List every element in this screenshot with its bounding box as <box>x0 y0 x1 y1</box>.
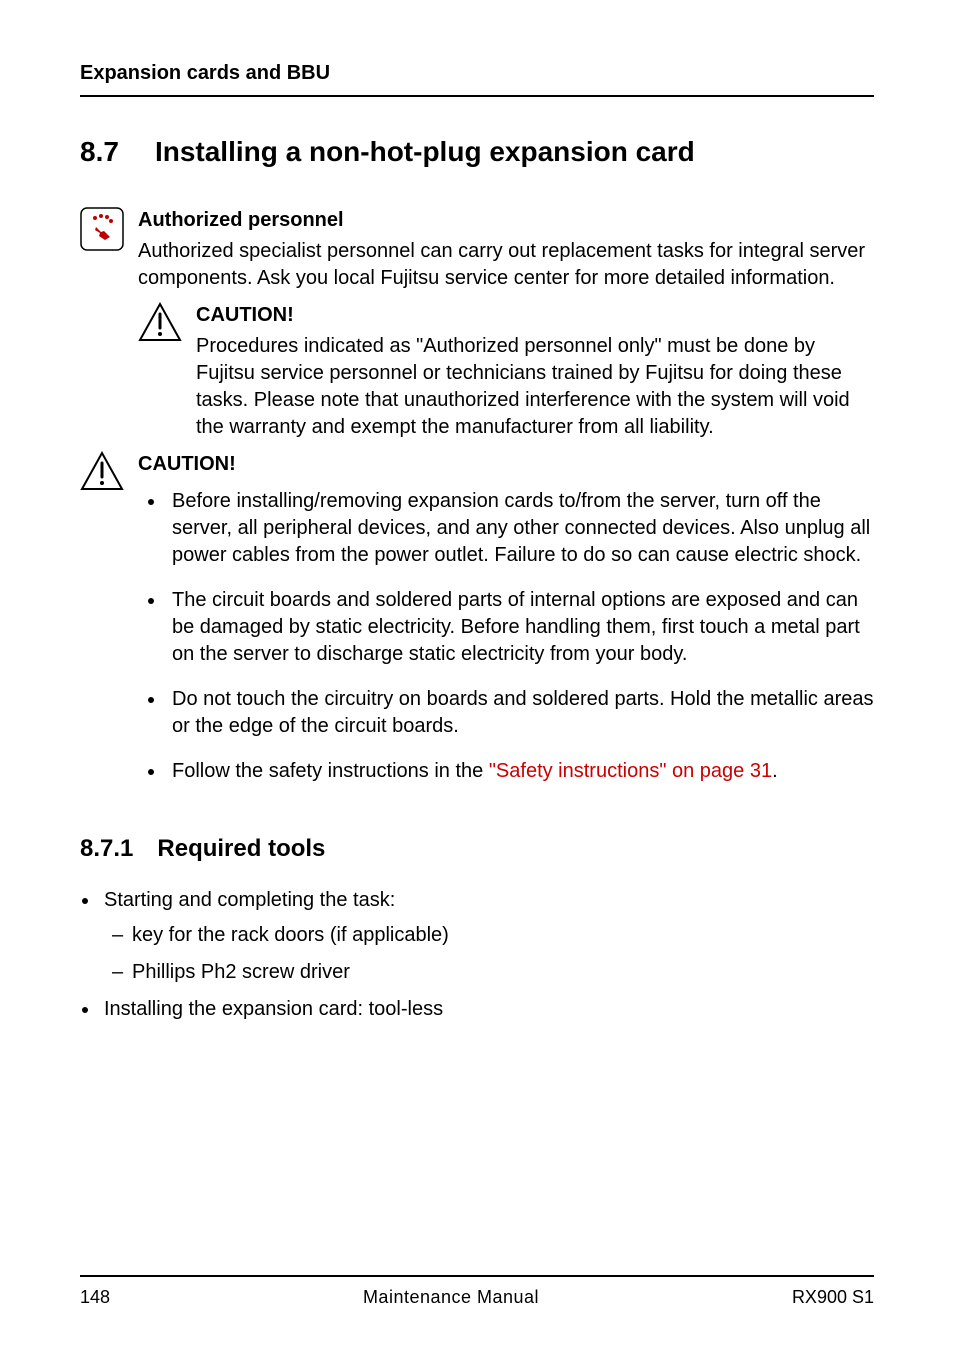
caution-icon <box>80 451 124 803</box>
footer-right: RX900 S1 <box>792 1285 874 1309</box>
section-title: Installing a non-hot-plug expansion card <box>155 133 874 171</box>
list-item: Starting and completing the task: key fo… <box>100 887 874 986</box>
list-item: Before installing/removing expansion car… <box>166 488 874 569</box>
list-item-suffix: . <box>772 760 778 782</box>
list-item: Installing the expansion card: tool-less <box>100 996 874 1023</box>
list-item-prefix: Follow the safety instructions in the <box>172 760 489 782</box>
hand-icon <box>80 207 124 292</box>
list-item: key for the rack doors (if applicable) <box>132 922 874 949</box>
subsection-number: 8.7.1 <box>80 833 133 865</box>
authorized-body: Authorized specialist personnel can carr… <box>138 238 874 292</box>
caution-inner-body: Procedures indicated as "Authorized pers… <box>196 333 874 441</box>
safety-link[interactable]: "Safety instructions" on page 31 <box>489 760 772 782</box>
list-item: Follow the safety instructions in the "S… <box>166 758 874 785</box>
list-item: Do not touch the circuitry on boards and… <box>166 686 874 740</box>
page-number: 148 <box>80 1285 110 1309</box>
caution-outer: CAUTION! Before installing/removing expa… <box>80 451 874 803</box>
subsection-heading: 8.7.1 Required tools <box>80 833 874 865</box>
authorized-note: Authorized personnel Authorized speciali… <box>80 207 874 292</box>
tools-list: Starting and completing the task: key fo… <box>80 887 874 1023</box>
section-number: 8.7 <box>80 133 119 171</box>
footer-center: Maintenance Manual <box>363 1285 539 1309</box>
caution-list: Before installing/removing expansion car… <box>138 488 874 785</box>
list-item: Phillips Ph2 screw driver <box>132 959 874 986</box>
list-item: The circuit boards and soldered parts of… <box>166 587 874 668</box>
subsection-title: Required tools <box>157 833 325 865</box>
running-head: Expansion cards and BBU <box>80 60 874 97</box>
caution-inner-label: CAUTION! <box>196 302 874 329</box>
caution-icon <box>138 302 182 342</box>
tools-item-1: Starting and completing the task: <box>104 889 395 911</box>
footer: 148 Maintenance Manual RX900 S1 <box>80 1275 874 1309</box>
caution-inner: CAUTION! Procedures indicated as "Author… <box>138 302 874 441</box>
caution-outer-label: CAUTION! <box>138 451 874 478</box>
authorized-label: Authorized personnel <box>138 207 874 234</box>
section-heading: 8.7 Installing a non-hot-plug expansion … <box>80 133 874 171</box>
tools-sublist: key for the rack doors (if applicable) P… <box>104 922 874 986</box>
